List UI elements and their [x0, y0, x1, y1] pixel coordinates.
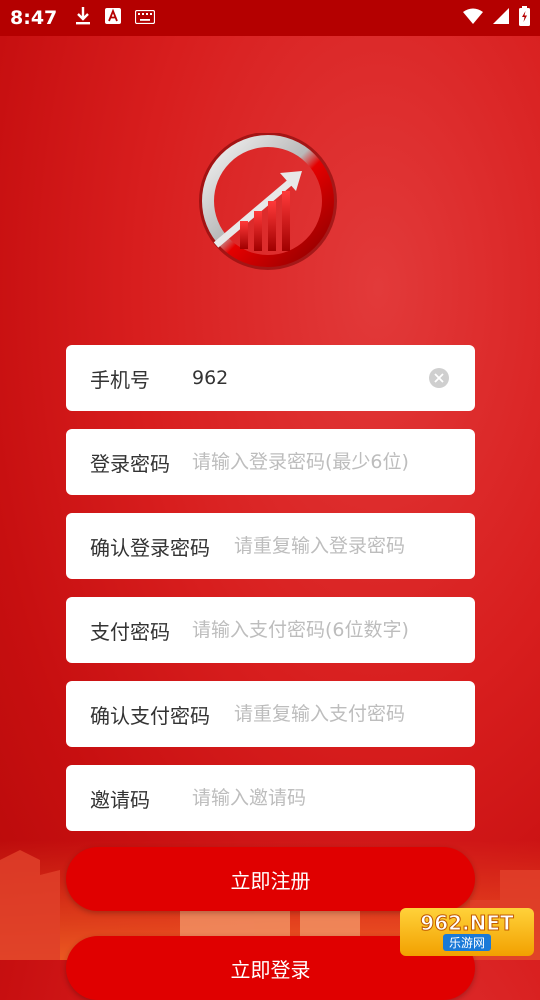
download-icon [75, 6, 91, 30]
battery-icon [519, 6, 530, 30]
signal-icon [493, 8, 509, 28]
phone-field: 手机号 [66, 345, 475, 411]
phone-input[interactable] [192, 363, 422, 393]
site-watermark: 962.NET 乐游网 [400, 908, 534, 956]
status-bar: 8:47 [0, 0, 540, 36]
font-a-icon [105, 8, 122, 28]
pay-password-field: 支付密码 [66, 597, 475, 663]
confirm-login-password-field: 确认登录密码 [66, 513, 475, 579]
pay-password-label: 支付密码 [90, 619, 170, 644]
clear-input-button[interactable] [429, 368, 449, 388]
phone-label: 手机号 [90, 367, 150, 392]
login-password-field: 登录密码 [66, 429, 475, 495]
status-time: 8:47 [10, 7, 58, 29]
confirm-login-password-input[interactable] [234, 531, 464, 561]
pay-password-input[interactable] [192, 615, 462, 645]
keyboard-icon [135, 9, 156, 28]
watermark-top: 962.NET [420, 911, 514, 935]
confirm-pay-password-label: 确认支付密码 [90, 703, 210, 728]
login-password-input[interactable] [192, 447, 462, 477]
confirm-pay-password-field: 确认支付密码 [66, 681, 475, 747]
register-button[interactable]: 立即注册 [66, 847, 475, 911]
confirm-pay-password-input[interactable] [234, 699, 464, 729]
confirm-login-password-label: 确认登录密码 [90, 535, 210, 560]
close-icon [434, 373, 444, 383]
app-logo [198, 132, 338, 273]
wifi-icon [463, 8, 483, 28]
status-right [463, 0, 530, 36]
login-password-label: 登录密码 [90, 451, 170, 476]
watermark-bottom: 乐游网 [442, 934, 491, 951]
